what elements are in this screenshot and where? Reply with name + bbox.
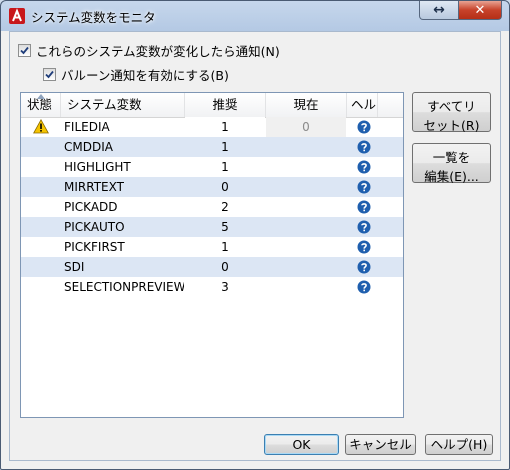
balloon-checkbox-label: バルーン通知を有効にする(B) [61,68,229,83]
autocad-app-icon [9,8,25,24]
reset-all-button[interactable]: すべてリ セット(R) [412,92,491,133]
current-value [266,157,346,177]
notify-checkbox-box[interactable] [18,44,31,57]
sysvar-name: CMDDIA [64,140,113,154]
balloon-checkbox[interactable]: バルーン通知を有効にする(B) [43,65,229,84]
balloon-checkbox-box[interactable] [43,68,56,81]
help-icon[interactable] [357,140,371,154]
warning-icon [33,119,49,134]
table-row[interactable]: FILEDIA 1 0 [21,117,403,137]
sysvar-name: SELECTIONPREVIEW [64,280,184,294]
sysvar-table[interactable]: 状態 システム変数 推奨 現在 ヘルプ FILEDIA10CMDDIA1HIGH… [20,92,404,418]
close-icon: ✕ [474,2,486,18]
table-row[interactable]: PICKAUTO 5 [21,217,403,237]
reset-all-label-line2: セット(R) [423,118,480,133]
help-icon[interactable] [357,220,371,234]
help-icon[interactable] [357,280,371,294]
current-value [266,277,346,297]
table-row[interactable]: MIRRTEXT 0 [21,177,403,197]
checkmark-icon [20,46,29,55]
sysvar-name: SDI [64,260,85,274]
help-icon[interactable] [357,240,371,254]
resize-arrows-icon: ↔ [433,2,445,18]
preferred-value[interactable]: 0 [185,257,265,277]
sysvar-name: PICKADD [64,200,118,214]
edit-list-label-line2: 編集(E)... [424,169,479,184]
current-value [266,217,346,237]
sysvar-name: MIRRTEXT [64,180,124,194]
preferred-value[interactable]: 0 [185,177,265,197]
column-header-current[interactable]: 現在 [266,93,347,117]
table-row[interactable]: HIGHLIGHT 1 [21,157,403,177]
preferred-value[interactable]: 1 [185,157,265,177]
close-button[interactable]: ✕ [458,1,502,20]
edit-list-button[interactable]: 一覧を 編集(E)... [412,143,491,184]
column-header-status[interactable]: 状態 [21,93,61,117]
current-value: 0 [266,117,346,137]
notify-checkbox[interactable]: これらのシステム変数が変化したら通知(N) [18,41,280,60]
title-bar[interactable]: システム変数をモニタ ↔ ✕ [1,1,509,31]
help-icon[interactable] [357,180,371,194]
reset-all-label-line1: すべてリ [427,99,476,114]
dialog-window: システム変数をモニタ ↔ ✕ これらのシステム変数が変化したら通知(N) バルー… [0,0,510,470]
help-button[interactable]: ヘルプ(H) [425,434,493,455]
sysvar-name: PICKFIRST [64,240,125,254]
sysvar-name: HIGHLIGHT [64,160,131,174]
dialog-content: これらのシステム変数が変化したら通知(N) バルーン通知を有効にする(B) 状態… [9,31,501,461]
table-row[interactable]: SELECTIONPREVIEW 3 [21,277,403,297]
current-value [266,137,346,157]
help-icon[interactable] [357,160,371,174]
preferred-value[interactable]: 1 [185,137,265,157]
table-header: 状態 システム変数 推奨 現在 ヘルプ [21,93,403,118]
edit-list-label-line1: 一覧を [432,150,471,165]
restore-button[interactable]: ↔ [419,1,459,20]
sysvar-name: PICKAUTO [64,220,125,234]
current-value [266,197,346,217]
column-header-preferred[interactable]: 推奨 [185,93,266,117]
preferred-value[interactable]: 1 [185,117,265,137]
help-icon[interactable] [357,200,371,214]
window-title: システム変数をモニタ [31,10,156,25]
table-row[interactable]: SDI 0 [21,257,403,277]
sort-ascending-icon [37,94,45,99]
notify-checkbox-label: これらのシステム変数が変化したら通知(N) [36,44,280,59]
preferred-value[interactable]: 2 [185,197,265,217]
preferred-value[interactable]: 5 [185,217,265,237]
current-value [266,257,346,277]
preferred-value[interactable]: 3 [185,277,265,297]
table-row[interactable]: CMDDIA 1 [21,137,403,157]
table-row[interactable]: PICKADD 2 [21,197,403,217]
current-value [266,177,346,197]
help-icon[interactable] [357,120,371,134]
column-header-help[interactable]: ヘルプ [347,93,378,117]
checkmark-icon [45,70,54,79]
sysvar-name: FILEDIA [64,120,110,134]
ok-button[interactable]: OK [264,434,339,455]
preferred-value[interactable]: 1 [185,237,265,257]
help-icon[interactable] [357,260,371,274]
table-row[interactable]: PICKFIRST 1 [21,237,403,257]
current-value [266,237,346,257]
cancel-button[interactable]: キャンセル [345,434,416,455]
column-header-variable[interactable]: システム変数 [61,93,185,117]
